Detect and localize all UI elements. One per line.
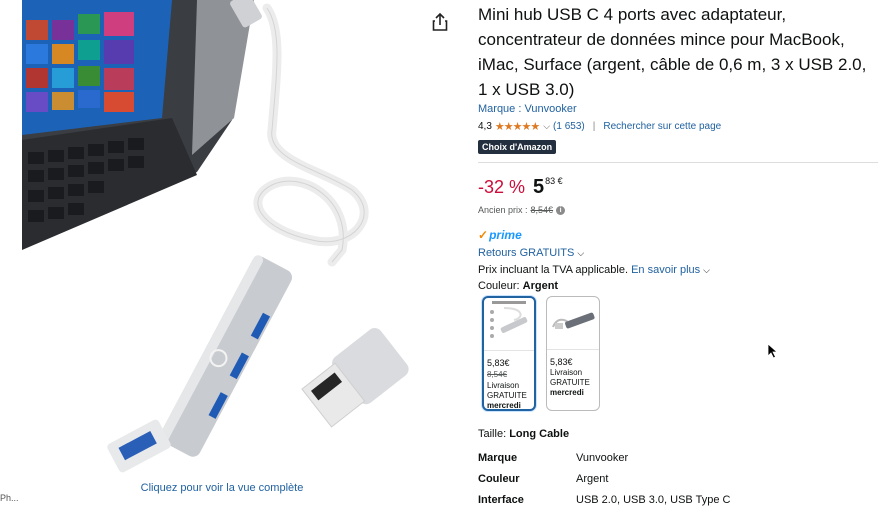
- spec-key: Interface: [478, 494, 524, 506]
- search-this-page-link[interactable]: Rechercher sur cette page: [603, 121, 721, 132]
- price-row: -32 % 5 83 €: [478, 175, 563, 199]
- chevron-down-icon[interactable]: ⌵: [703, 265, 710, 275]
- option-price: 5,83€: [550, 357, 573, 367]
- divider: [478, 162, 878, 163]
- rating-row: 4,3 ★★★★★ ⌵ (1 653) | Rechercher sur cet…: [478, 120, 721, 133]
- learn-more-link[interactable]: En savoir plus: [631, 264, 700, 276]
- brand-link[interactable]: Marque : Vunvooker: [478, 103, 577, 115]
- free-returns-label[interactable]: Retours GRATUITS: [478, 247, 574, 259]
- option-thumbnail: [547, 297, 599, 350]
- option-shipping-line: Livraison: [487, 381, 520, 390]
- price-fraction: 83 €: [545, 176, 563, 186]
- option-shipping-day: mercredi: [487, 401, 521, 410]
- option-thumbnail: [484, 298, 534, 351]
- option-price: 5,83€: [487, 358, 510, 368]
- check-icon: ✓: [478, 228, 489, 242]
- table-row: Couleur Argent: [478, 473, 730, 494]
- color-label-text: Couleur:: [478, 280, 520, 292]
- spec-value: Argent: [576, 473, 609, 485]
- spec-key: Couleur: [478, 473, 520, 485]
- free-returns-link[interactable]: Retours GRATUITS ⌵: [478, 247, 584, 259]
- color-option-2[interactable]: 5,83€ Livraison GRATUITE mercredi: [546, 296, 600, 411]
- tva-row: Prix incluant la TVA applicable. En savo…: [478, 264, 710, 276]
- price-whole: 5: [533, 176, 545, 198]
- prime-logo: ✓prime: [478, 228, 522, 242]
- chevron-down-icon[interactable]: ⌵: [543, 121, 550, 132]
- old-price: 8,54€: [530, 205, 554, 215]
- discount-percent: -32 %: [478, 177, 526, 197]
- share-icon[interactable]: [431, 12, 449, 32]
- table-row: Marque Vunvooker: [478, 452, 730, 473]
- rating-stars-icon[interactable]: ★★★★★: [495, 120, 540, 133]
- spec-value: USB 2.0, USB 3.0, USB Type C: [576, 494, 731, 506]
- cut-off-text: Ph...: [0, 493, 19, 503]
- separator: |: [592, 121, 596, 132]
- product-title: Mini hub USB C 4 ports avec adaptateur, …: [478, 5, 867, 99]
- product-main-image[interactable]: [22, 0, 427, 478]
- tva-text: Prix incluant la TVA applicable.: [478, 264, 629, 276]
- rating-value: 4,3: [478, 121, 492, 132]
- option-shipping-line: Livraison: [550, 368, 583, 377]
- spec-table: Marque Vunvooker Couleur Argent Interfac…: [478, 452, 730, 515]
- spec-value: Vunvooker: [576, 452, 629, 464]
- size-label: Taille: Long Cable: [478, 428, 569, 440]
- view-full-image-link[interactable]: Cliquez pour voir la vue complète: [122, 482, 322, 494]
- color-label: Couleur: Argent: [478, 280, 558, 292]
- option-shipping-day: mercredi: [550, 388, 584, 397]
- info-icon[interactable]: i: [556, 205, 566, 215]
- option-shipping: Livraison GRATUITE mercredi: [550, 368, 590, 398]
- amazon-choice-badge: Choix d'Amazon: [478, 140, 557, 154]
- option-shipping-line: GRATUITE: [487, 391, 527, 400]
- size-label-text: Taille:: [478, 428, 507, 440]
- spec-key: Marque: [478, 452, 518, 464]
- color-option-1[interactable]: 5,83€ 8,54€ Livraison GRATUITE mercredi: [482, 296, 536, 411]
- old-price-row: Ancien prix : 8,54€ i: [478, 205, 566, 215]
- color-value: Argent: [522, 280, 559, 292]
- rating-count-link[interactable]: (1 653): [553, 121, 585, 132]
- option-shipping-line: GRATUITE: [550, 378, 590, 387]
- table-row: Interface USB 2.0, USB 3.0, USB Type C: [478, 494, 730, 515]
- prime-label: prime: [489, 228, 522, 242]
- option-old-price: 8,54€: [487, 370, 508, 379]
- chevron-down-icon[interactable]: ⌵: [577, 248, 584, 258]
- size-value: Long Cable: [509, 428, 570, 440]
- mouse-pointer-icon: [767, 343, 779, 364]
- option-shipping: Livraison GRATUITE mercredi: [487, 381, 527, 410]
- old-price-label: Ancien prix :: [478, 205, 528, 215]
